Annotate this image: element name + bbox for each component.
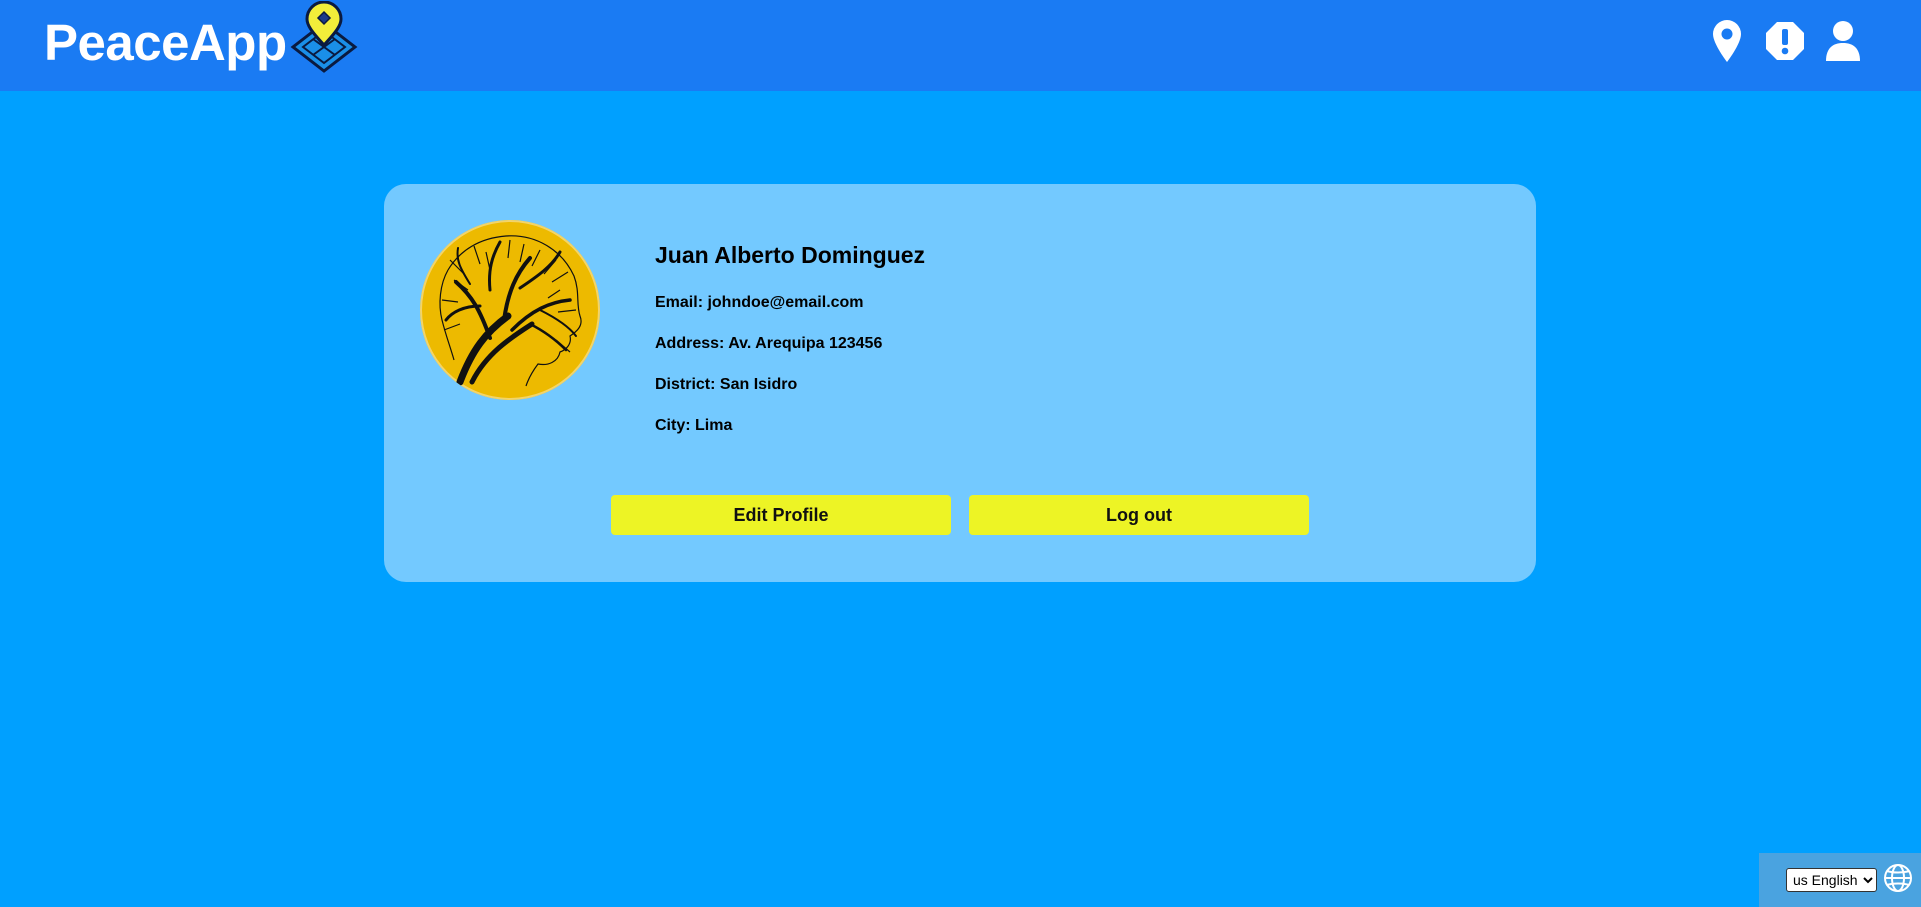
brand[interactable]: PeaceApp <box>44 0 359 76</box>
profile-info: Juan Alberto Dominguez Email: johndoe@em… <box>655 242 925 457</box>
avatar <box>420 220 600 400</box>
logout-button[interactable]: Log out <box>969 495 1309 535</box>
alert-icon[interactable] <box>1765 18 1805 64</box>
language-select[interactable]: us English <box>1786 868 1877 892</box>
profile-email: Email: johndoe@email.com <box>655 294 864 311</box>
profile-name: Juan Alberto Dominguez <box>655 242 926 268</box>
profile-card: Juan Alberto Dominguez Email: johndoe@em… <box>384 184 1536 582</box>
profile-district: District: San Isidro <box>655 376 798 393</box>
edit-profile-button[interactable]: Edit Profile <box>611 495 951 535</box>
tree-head-silhouette-icon <box>439 235 582 387</box>
profile-city: City: Lima <box>655 417 733 434</box>
top-bar: PeaceApp <box>0 0 1921 91</box>
profile-address: Address: Av. Arequipa 123456 <box>655 335 883 352</box>
app-name: PeaceApp <box>44 13 287 71</box>
language-switcher: us English <box>1759 853 1921 907</box>
user-icon[interactable] <box>1823 18 1863 64</box>
peaceapp-logo-icon <box>289 0 359 78</box>
globe-icon[interactable] <box>1883 863 1913 898</box>
nav-icons <box>1689 18 1863 64</box>
map-pin-icon[interactable] <box>1707 18 1747 64</box>
